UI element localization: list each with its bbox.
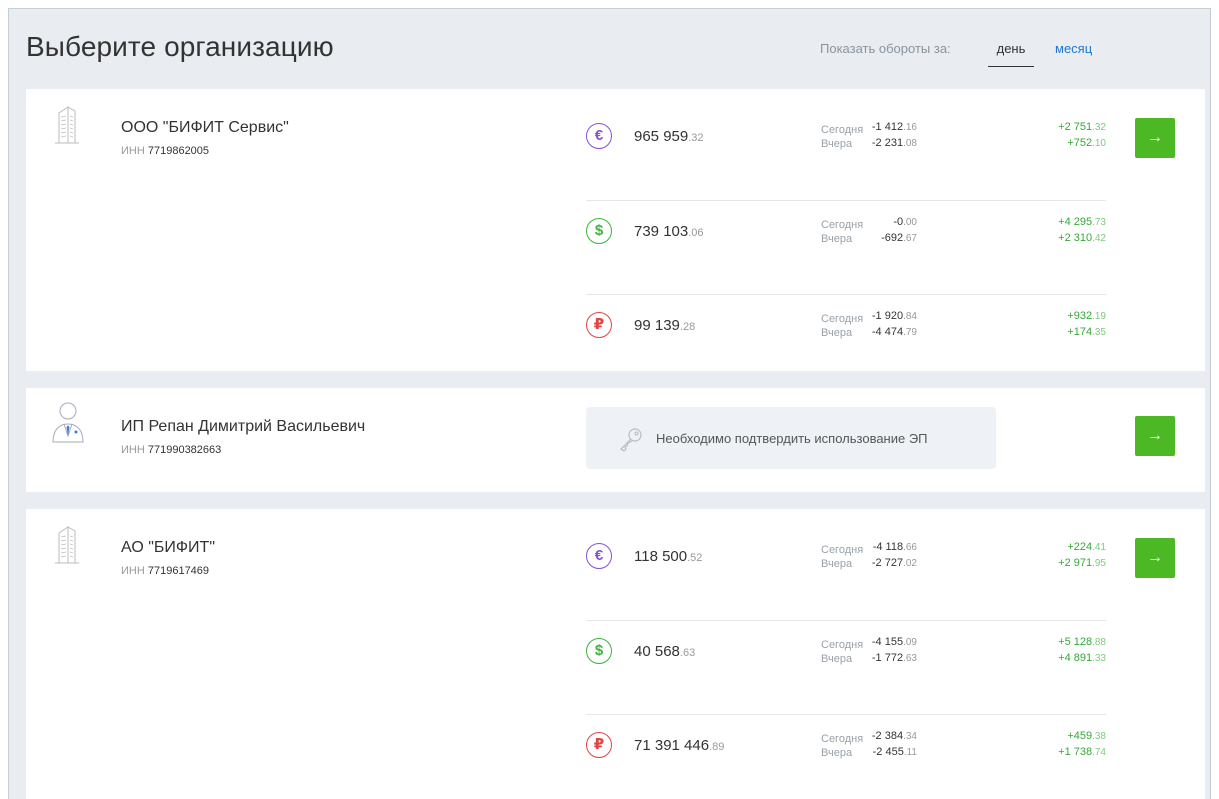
yesterday-credit: +2 971.95 [1058,557,1106,569]
account-row-usd: $ 739 103.06 Сегодня Вчера -0.00 -692.67… [586,200,1106,294]
account-balance: 99 139.28 [634,317,696,334]
account-balance: 965 959.32 [634,128,704,145]
org-inn: ИНН 7719617469 [121,565,209,577]
today-credit: +459.38 [1067,730,1106,742]
yesterday-debit: -2 455.11 [872,746,917,758]
account-balance: 739 103.06 [634,223,704,240]
signature-notice-text: Необходимо подтвердить использование ЭП [656,431,928,446]
open-org-button[interactable]: → [1135,118,1175,158]
label-yesterday: Вчера [821,747,853,759]
today-debit: -4 155.09 [871,636,917,648]
tab-month[interactable]: месяц [1055,41,1092,56]
account-balance: 71 391 446.89 [634,737,725,754]
yesterday-credit: +752.10 [1067,137,1106,149]
org-name[interactable]: ООО "БИФИТ Сервис" [121,119,289,137]
account-row-eur: € 118 500.52 Сегодня Вчера -4 118.66 -2 … [586,526,1106,620]
label-yesterday: Вчера [821,233,853,245]
open-org-button[interactable]: → [1135,538,1175,578]
inn-prefix: ИНН [121,145,145,157]
open-org-button[interactable]: → [1135,416,1175,456]
org-inn: ИНН 7719862005 [121,145,209,157]
label-yesterday: Вчера [821,327,853,339]
period-label: Показать обороты за: [820,41,951,56]
yesterday-credit: +2 310.42 [1058,232,1106,244]
account-balance: 118 500.52 [634,548,703,565]
yesterday-debit: -2 231.08 [871,137,917,149]
euro-icon: € [586,543,612,569]
inn-prefix: ИНН [121,444,145,456]
account-balance: 40 568.63 [634,643,696,660]
header: Выберите организацию Показать обороты за… [9,9,1210,89]
yesterday-debit: -692.67 [881,232,917,244]
label-today: Сегодня [821,544,864,556]
org-card[interactable]: ООО "БИФИТ Сервис" ИНН 7719862005 € 965 … [26,89,1205,371]
today-credit: +4 295.73 [1058,216,1106,228]
tab-day[interactable]: день [988,38,1034,67]
building-icon [55,106,79,144]
label-today: Сегодня [821,733,864,745]
inn-number: 7719617469 [147,565,210,577]
dollar-icon: $ [586,638,612,664]
yesterday-credit: +1 738.74 [1058,746,1106,758]
account-row-usd: $ 40 568.63 Сегодня Вчера -4 155.09 -1 7… [586,620,1106,714]
inn-number: 771990382663 [147,444,222,456]
label-yesterday: Вчера [821,558,853,570]
label-yesterday: Вчера [821,653,853,665]
label-today: Сегодня [821,219,864,231]
today-credit: +932.19 [1067,310,1106,322]
dollar-icon: $ [586,218,612,244]
inn-prefix: ИНН [121,565,145,577]
today-debit: -0.00 [893,216,917,228]
org-card[interactable]: АО "БИФИТ" ИНН 7719617469 € 118 500.52 С… [26,509,1205,799]
ruble-icon: ₽ [586,732,612,758]
yesterday-credit: +174.35 [1067,326,1106,338]
today-credit: +2 751.32 [1058,121,1106,133]
label-today: Сегодня [821,313,864,325]
building-icon [55,526,79,564]
today-debit: -1 920.84 [871,310,917,322]
org-inn: ИНН 771990382663 [121,444,221,456]
account-row-eur: € 965 959.32 Сегодня Вчера -1 412.16 -2 … [586,106,1106,200]
label-today: Сегодня [821,639,864,651]
inn-number: 7719862005 [147,145,210,157]
today-credit: +5 128.88 [1058,636,1106,648]
main-frame: Выберите организацию Показать обороты за… [8,8,1211,799]
person-icon [52,402,84,443]
org-name[interactable]: АО "БИФИТ" [121,539,215,557]
today-credit: +224.41 [1067,541,1106,553]
yesterday-debit: -2 727.02 [871,557,917,569]
key-icon [620,428,642,452]
label-today: Сегодня [821,124,864,136]
euro-icon: € [586,123,612,149]
yesterday-debit: -1 772.63 [871,652,917,664]
account-row-rub: ₽ 71 391 446.89 Сегодня Вчера -2 384.34 … [586,714,1106,799]
today-debit: -4 118.66 [872,541,917,553]
yesterday-credit: +4 891.33 [1058,652,1106,664]
org-card[interactable]: ИП Репан Димитрий Васильевич ИНН 7719903… [26,388,1205,492]
page-title: Выберите организацию [26,31,334,62]
ruble-icon: ₽ [586,312,612,338]
today-debit: -1 412.16 [871,121,917,133]
signature-notice[interactable]: Необходимо подтвердить использование ЭП [586,407,996,469]
account-row-rub: ₽ 99 139.28 Сегодня Вчера -1 920.84 -4 4… [586,294,1106,388]
org-name[interactable]: ИП Репан Димитрий Васильевич [121,418,365,436]
label-yesterday: Вчера [821,138,853,150]
today-debit: -2 384.34 [871,730,917,742]
yesterday-debit: -4 474.79 [871,326,917,338]
